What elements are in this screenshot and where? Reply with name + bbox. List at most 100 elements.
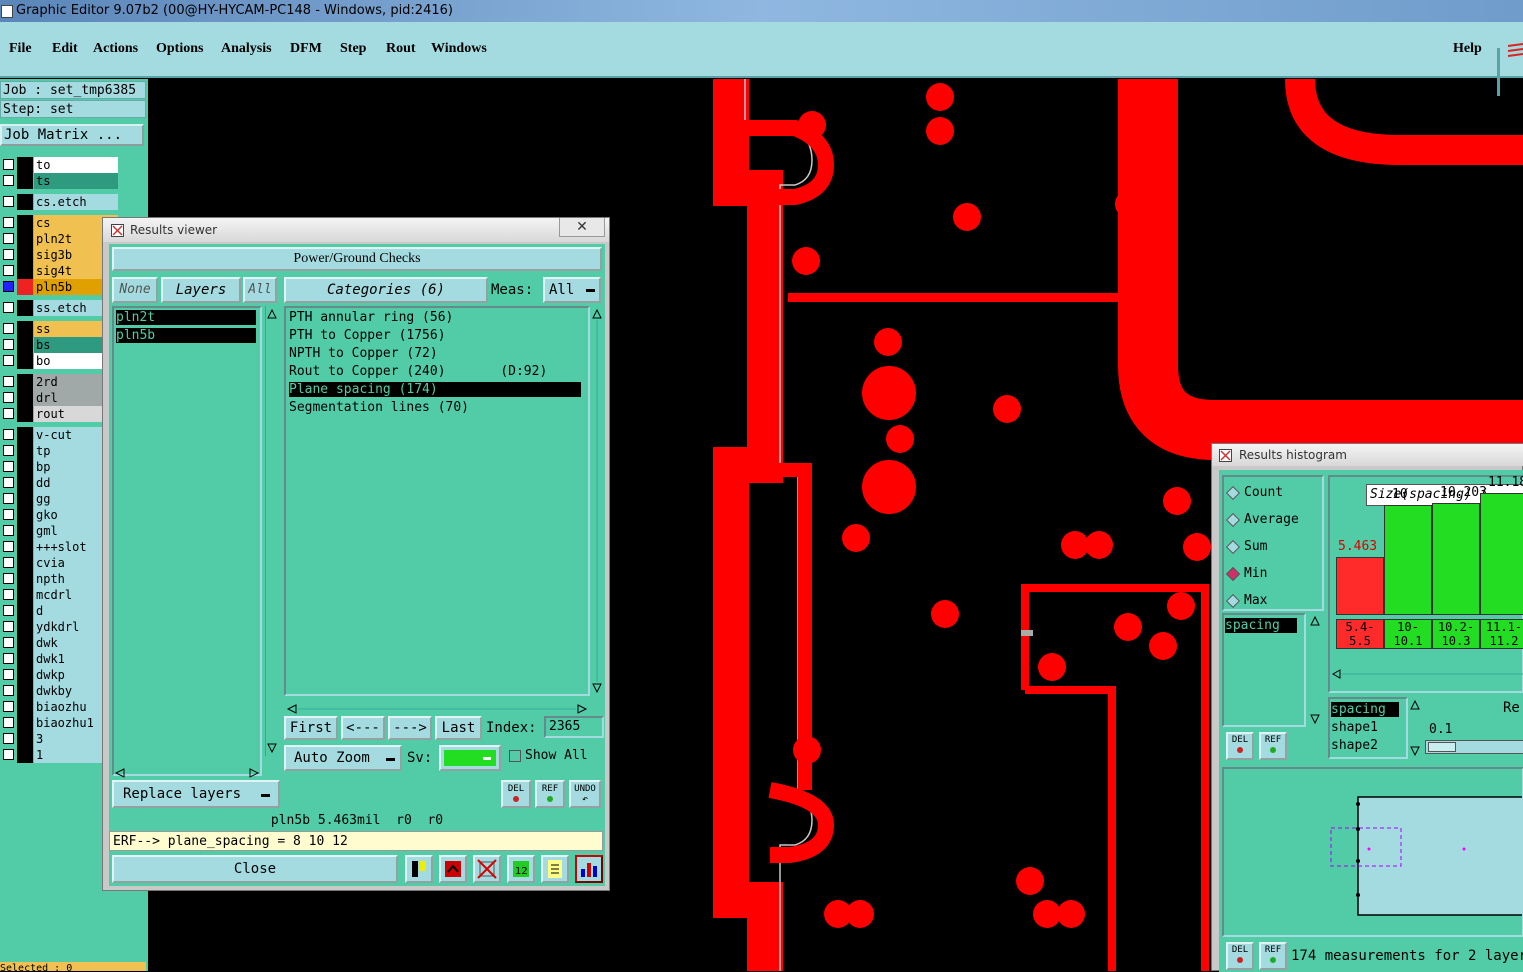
measure-list[interactable]: spacing — [1222, 613, 1306, 727]
layer-checkbox[interactable] — [3, 493, 14, 504]
slider-thumb[interactable] — [1428, 742, 1456, 752]
category-item[interactable]: PTH to Copper (1756) — [289, 328, 446, 343]
layer-name[interactable]: ts — [34, 173, 118, 189]
list-item[interactable]: spacing — [1225, 618, 1297, 633]
layer-checkbox[interactable] — [3, 525, 14, 536]
layer-state-box[interactable] — [17, 715, 33, 731]
category-list[interactable]: PTH annular ring (56) PTH to Copper (1756… — [284, 306, 590, 696]
histogram-bar[interactable] — [1384, 505, 1432, 615]
measure-list-scrollbar[interactable] — [1309, 613, 1321, 727]
del-button[interactable]: DEL — [501, 780, 531, 808]
layer-checkbox[interactable] — [3, 461, 14, 472]
layer-checkbox[interactable] — [3, 573, 14, 584]
layer-state-box[interactable] — [17, 321, 33, 337]
categories-button[interactable]: Categories (6) — [284, 277, 488, 303]
mode-radio-average[interactable]: Average — [1224, 512, 1320, 528]
clear-tool-icon[interactable] — [473, 855, 501, 883]
layer-list-scrollbar[interactable] — [265, 306, 278, 756]
layer-checkbox[interactable] — [3, 175, 14, 186]
layer-list-hscroll[interactable] — [112, 764, 262, 778]
layer-state-box[interactable] — [17, 507, 33, 523]
layer-checkbox[interactable] — [3, 477, 14, 488]
range-slider[interactable] — [1425, 740, 1523, 754]
layer-checkbox[interactable] — [3, 669, 14, 680]
layer-state-box[interactable] — [17, 157, 33, 173]
layer-state-box[interactable] — [17, 374, 33, 390]
list-item[interactable]: pln5b — [116, 328, 256, 343]
layer-state-box[interactable] — [17, 173, 33, 189]
layer-state-box[interactable] — [17, 443, 33, 459]
bin-range-label[interactable]: 10.2- 10.3 — [1432, 619, 1480, 649]
sv-color-dropdown[interactable] — [439, 745, 501, 771]
layer-name[interactable]: cs.etch — [34, 194, 118, 210]
layer-state-box[interactable] — [17, 194, 33, 210]
layer-state-box[interactable] — [17, 247, 33, 263]
histogram-bar[interactable] — [1480, 493, 1523, 615]
layer-state-box[interactable] — [17, 667, 33, 683]
category-item[interactable]: Segmentation lines (70) — [289, 400, 469, 415]
none-button[interactable]: None — [112, 277, 158, 303]
menu-windows[interactable]: Windows — [431, 41, 487, 57]
preview-pane[interactable] — [1222, 767, 1523, 937]
index-field[interactable]: 2365 — [544, 716, 604, 738]
list-item[interactable]: shape2 — [1331, 738, 1378, 753]
layer-checkbox[interactable] — [3, 302, 14, 313]
menu-help[interactable]: Help — [1453, 41, 1482, 57]
preview-del-button[interactable]: DEL — [1226, 942, 1254, 970]
layer-state-box[interactable] — [17, 300, 33, 316]
highlight-tool-icon[interactable] — [439, 855, 467, 883]
layer-state-box[interactable] — [17, 587, 33, 603]
category-list-hscroll[interactable] — [284, 700, 590, 714]
layer-checkbox[interactable] — [3, 701, 14, 712]
list-item[interactable]: pln2t — [116, 310, 256, 325]
show-all-checkbox[interactable] — [509, 750, 521, 762]
layer-state-box[interactable] — [17, 683, 33, 699]
layer-state-box[interactable] — [17, 603, 33, 619]
bin-range-label[interactable]: 11.1- 11.2 — [1480, 619, 1523, 649]
layer-checkbox[interactable] — [3, 653, 14, 664]
close-icon[interactable]: ✕ — [559, 218, 605, 237]
numbering-tool-icon[interactable]: 12 — [507, 855, 535, 883]
measure-tool-icon[interactable] — [405, 855, 433, 883]
layer-checkbox[interactable] — [3, 217, 14, 228]
mode-radio-count[interactable]: Count — [1224, 485, 1320, 501]
layer-state-box[interactable] — [17, 619, 33, 635]
job-matrix-button[interactable]: Job Matrix ... — [0, 124, 144, 146]
chart-hscroll[interactable] — [1330, 665, 1523, 679]
layer-state-box[interactable] — [17, 279, 33, 295]
layer-state-box[interactable] — [17, 215, 33, 231]
layer-state-box[interactable] — [17, 635, 33, 651]
histogram-bar[interactable] — [1432, 503, 1480, 615]
layer-state-box[interactable] — [17, 571, 33, 587]
menu-rout[interactable]: Rout — [386, 41, 416, 57]
report-tool-icon[interactable] — [541, 855, 569, 883]
menu-step[interactable]: Step — [340, 41, 366, 57]
layer-checkbox[interactable] — [3, 355, 14, 366]
layer-checkbox[interactable] — [3, 376, 14, 387]
layer-checkbox[interactable] — [3, 509, 14, 520]
preview-ref-button[interactable]: REF — [1259, 942, 1287, 970]
category-list-scrollbar[interactable] — [591, 306, 603, 696]
layer-row[interactable]: to — [0, 157, 120, 173]
menu-options[interactable]: Options — [156, 41, 203, 57]
layer-state-box[interactable] — [17, 390, 33, 406]
auto-zoom-dropdown[interactable]: Auto Zoom — [284, 745, 402, 771]
field-list[interactable]: spacing shape1 shape2 — [1328, 697, 1408, 759]
layer-state-box[interactable] — [17, 731, 33, 747]
layer-checkbox[interactable] — [3, 637, 14, 648]
category-item[interactable]: PTH annular ring (56) — [289, 310, 453, 325]
layer-state-box[interactable] — [17, 747, 33, 763]
layer-state-box[interactable] — [17, 406, 33, 422]
layer-state-box[interactable] — [17, 337, 33, 353]
layer-checkbox[interactable] — [3, 281, 14, 292]
last-button[interactable]: Last — [435, 716, 482, 740]
next-button[interactable]: ---> — [388, 716, 432, 740]
histogram-tool-icon[interactable] — [575, 855, 603, 883]
layer-row[interactable]: cs.etch — [0, 194, 120, 210]
layer-checkbox[interactable] — [3, 429, 14, 440]
layer-state-box[interactable] — [17, 539, 33, 555]
category-item[interactable]: Plane spacing (174) — [289, 382, 581, 397]
list-item[interactable]: spacing — [1331, 702, 1399, 717]
histogram-bar[interactable] — [1336, 557, 1384, 615]
layer-checkbox[interactable] — [3, 339, 14, 350]
